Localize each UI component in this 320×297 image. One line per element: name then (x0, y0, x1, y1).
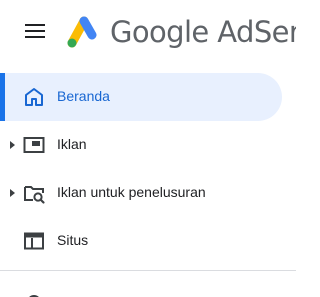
sidebar-item-label: Iklan (57, 136, 87, 152)
logo-text: Google AdSense (110, 15, 296, 49)
ad-unit-icon (23, 137, 45, 153)
expand-arrow-icon[interactable] (8, 139, 18, 151)
sidebar-item-iklan[interactable]: Iklan (0, 121, 296, 169)
sidebar-item-iklan-untuk-penelusuran[interactable]: Iklan untuk penelusuran (0, 169, 296, 217)
search-ads-icon (24, 186, 45, 204)
sidebar-item-beranda[interactable]: Beranda (0, 73, 282, 121)
adsense-logo-icon (67, 16, 97, 48)
sidebar-item-label: Situs (57, 232, 89, 248)
adsense-logo[interactable]: Google AdSense (64, 12, 296, 52)
expand-arrow-icon[interactable] (8, 187, 18, 199)
main-menu-button[interactable] (14, 15, 56, 47)
partial-icon (29, 295, 39, 297)
adsense-sidebar: Google AdSense Beranda Iklan (0, 0, 296, 297)
sidebar-item-label: Iklan untuk penelusuran (57, 184, 206, 200)
sidebar-item-situs[interactable]: Situs (0, 217, 296, 265)
home-icon (25, 88, 43, 106)
active-indicator (0, 73, 5, 121)
sidebar-nav: Beranda Iklan Iklan untuk penelusuran Si… (0, 73, 296, 265)
sidebar-divider (0, 270, 296, 271)
sidebar-item-label: Beranda (57, 88, 110, 104)
sites-icon (24, 232, 44, 250)
hamburger-menu-icon (25, 24, 45, 38)
